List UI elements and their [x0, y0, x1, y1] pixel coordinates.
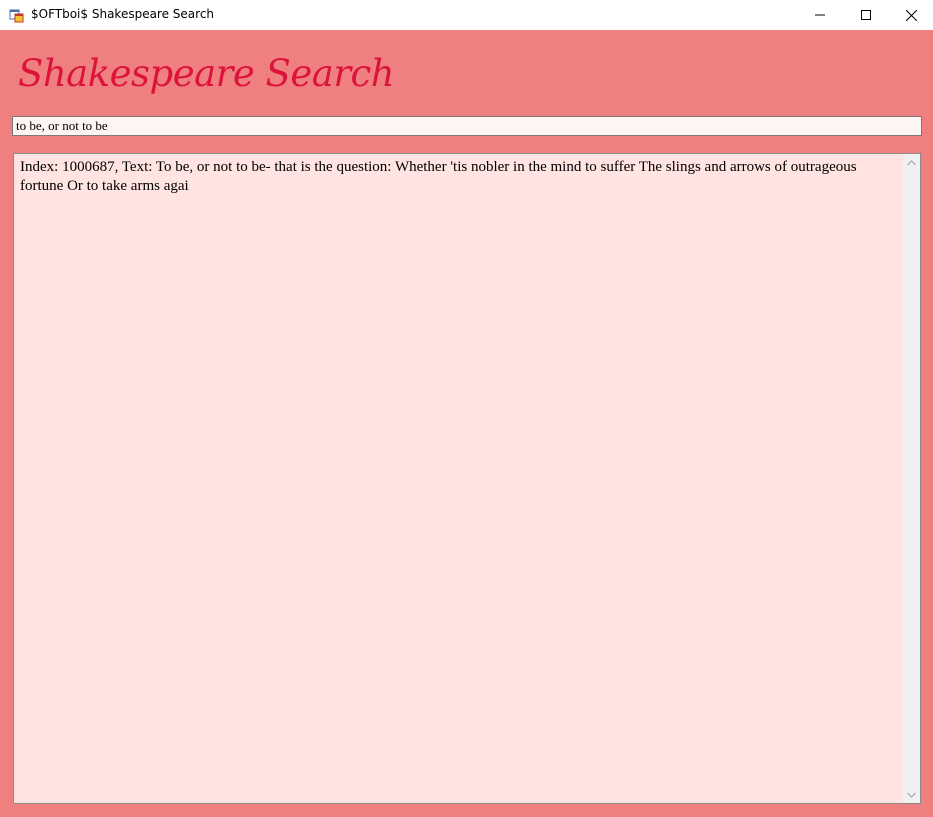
app-heading: Shakespeare Search [18, 52, 395, 95]
results-textbox[interactable]: Index: 1000687, Text: To be, or not to b… [13, 153, 921, 804]
maximize-button[interactable] [843, 0, 889, 30]
vertical-scrollbar[interactable] [903, 154, 920, 803]
minimize-icon [815, 14, 825, 16]
chevron-up-icon [907, 159, 916, 165]
main-window: Shakespeare Search Index: 1000687, Text:… [0, 30, 933, 817]
title-bar[interactable]: $OFTboi$ Shakespeare Search [0, 0, 933, 30]
app-icon[interactable] [9, 7, 25, 23]
close-icon [905, 9, 917, 21]
scroll-down-button[interactable] [903, 786, 920, 803]
search-input[interactable] [12, 116, 922, 136]
minimize-button[interactable] [797, 0, 843, 30]
scroll-up-button[interactable] [903, 154, 920, 171]
chevron-down-icon [907, 792, 916, 798]
close-button[interactable] [888, 0, 933, 30]
maximize-icon [861, 10, 871, 20]
results-text: Index: 1000687, Text: To be, or not to b… [20, 159, 857, 194]
window-title: $OFTboi$ Shakespeare Search [31, 7, 215, 21]
